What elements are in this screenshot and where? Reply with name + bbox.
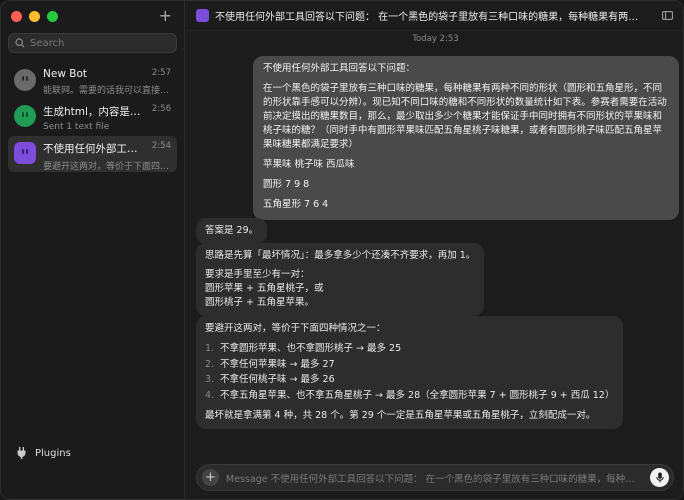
message-paragraph: 最坏就是拿满第 4 种，共 28 个。第 29 个一定是五角星苹果或五角星桃子，… bbox=[205, 410, 596, 421]
conversation-title: New Bot bbox=[43, 68, 87, 80]
close-window-button[interactable] bbox=[11, 11, 22, 22]
minimize-window-button[interactable] bbox=[29, 11, 40, 22]
conversation-preview: Sent 1 text file bbox=[43, 122, 110, 132]
attach-plus-icon[interactable]: + bbox=[202, 469, 219, 486]
message-paragraph: 要求是手里至少有一对： 圆形苹果 + 五角星桃子，或 圆形桃子 + 五角星苹果。 bbox=[205, 268, 475, 310]
message-paragraph: 圆形 7 9 8 bbox=[263, 179, 310, 190]
plug-icon bbox=[17, 447, 26, 459]
bot-message-answer: 答案是 29。 bbox=[196, 218, 268, 244]
message-line: 要求是手里至少有一对： bbox=[205, 269, 310, 280]
message-paragraph: 不使用任何外部工具回答以下问题： bbox=[263, 63, 416, 74]
case-list: 1. 不拿圆形苹果、也不拿圆形桃子 → 最多 25 2. 不拿任何苹果味 → 最多 … bbox=[205, 341, 614, 403]
search-box[interactable] bbox=[8, 33, 177, 53]
chat-header: 不使用任何外部工具回答以下问题： 在一个黑色的袋子里放有三种口味的糖果，每种糖果… bbox=[186, 1, 683, 31]
message-paragraph: 在一个黑色的袋子里放有三种口味的糖果，每种糖果有两种不同的形状（圆形和五角星形，… bbox=[263, 83, 667, 150]
plugins-label: Plugins bbox=[35, 447, 71, 459]
message-composer[interactable]: + Message 不使用任何外部工具回答以下问题： 在一个黑色的袋子里放有三种… bbox=[196, 464, 674, 491]
conversation-item-svg[interactable]: 生成html，内容是svg绘... Sent 1 text file 2:56 bbox=[8, 99, 177, 135]
microphone-icon bbox=[655, 472, 664, 483]
bot-avatar bbox=[14, 142, 36, 164]
message-line: 圆形桃子 + 五角星苹果。 bbox=[205, 297, 314, 308]
message-paragraph: 五角星形 7 6 4 bbox=[263, 199, 329, 210]
bot-avatar bbox=[14, 69, 36, 91]
new-chat-plus-icon[interactable]: + bbox=[159, 6, 172, 25]
conversation-preview: 要避开这两对，等价于下面四种... bbox=[43, 162, 171, 172]
user-message: 不使用任何外部工具回答以下问题： 在一个黑色的袋子里放有三种口味的糖果，每种糖果… bbox=[253, 56, 679, 220]
message-paragraph: 要避开这两对，等价于下面四种情况之一： bbox=[205, 323, 386, 334]
chat-panel: 不使用任何外部工具回答以下问题： 在一个黑色的袋子里放有三种口味的糖果，每种糖果… bbox=[186, 1, 683, 499]
plugins-button[interactable]: Plugins bbox=[16, 447, 71, 459]
list-item: 4. 不拿五角星苹果、也不拿五角星桃子 → 最多 28（全拿圆形苹果 7 + 圆形… bbox=[205, 389, 615, 401]
message-line: 圆形苹果 + 五角星桃子，或 bbox=[205, 283, 324, 294]
conversation-title: 生成html，内容是svg绘... bbox=[43, 106, 143, 118]
message-input[interactable]: Message 不使用任何外部工具回答以下问题： 在一个黑色的袋子里放有三种口味… bbox=[226, 471, 643, 485]
maximize-window-button[interactable] bbox=[47, 11, 58, 22]
app-window: + New Bot 能联网。需要的话我可以直接搜... 2:57 生 bbox=[0, 0, 684, 500]
conversation-title: 不使用任何外部工具回... bbox=[43, 143, 143, 155]
day-timestamp: Today 2:53 bbox=[412, 34, 459, 44]
message-paragraph: 思路是先算「最坏情况」：最多拿多少个还凑不齐要求，再加 1。 bbox=[205, 250, 476, 261]
conversation-time: 2:57 bbox=[151, 68, 171, 78]
message-paragraph: 答案是 29。 bbox=[205, 225, 259, 236]
bot-avatar-small bbox=[196, 9, 209, 22]
bot-avatar bbox=[14, 105, 36, 127]
conversation-item-new-bot[interactable]: New Bot 能联网。需要的话我可以直接搜... 2:57 bbox=[8, 63, 177, 99]
sidebar-toggle-icon[interactable] bbox=[662, 11, 673, 20]
conversation-preview: 能联网。需要的话我可以直接搜... bbox=[43, 86, 171, 96]
conversation-time: 2:56 bbox=[151, 104, 171, 114]
list-item: 1. 不拿圆形苹果、也不拿圆形桃子 → 最多 25 bbox=[205, 343, 402, 354]
sidebar: + New Bot 能联网。需要的话我可以直接搜... 2:57 生 bbox=[1, 1, 185, 499]
list-item: 3. 不拿任何桃子味 → 最多 26 bbox=[205, 374, 335, 385]
search-input[interactable] bbox=[30, 37, 160, 49]
conversation-time: 2:54 bbox=[151, 141, 171, 151]
list-item: 2. 不拿任何苹果味 → 最多 27 bbox=[205, 358, 335, 370]
window-controls bbox=[11, 11, 58, 22]
conversation-item-active[interactable]: 不使用任何外部工具回... 要避开这两对，等价于下面四种... 2:54 bbox=[8, 136, 177, 172]
message-paragraph: 苹果味 桃子味 西瓜味 bbox=[263, 159, 355, 170]
bot-message-cases: 要避开这两对，等价于下面四种情况之一： 1. 不拿圆形苹果、也不拿圆形桃子 → 最… bbox=[196, 316, 624, 429]
chat-title: 不使用任何外部工具回答以下问题： 在一个黑色的袋子里放有三种口味的糖果，每种糖果… bbox=[215, 12, 645, 23]
microphone-button[interactable] bbox=[650, 468, 669, 487]
search-icon bbox=[15, 38, 25, 48]
bot-message-reasoning: 思路是先算「最坏情况」：最多拿多少个还凑不齐要求，再加 1。 要求是手里至少有一… bbox=[196, 243, 485, 316]
